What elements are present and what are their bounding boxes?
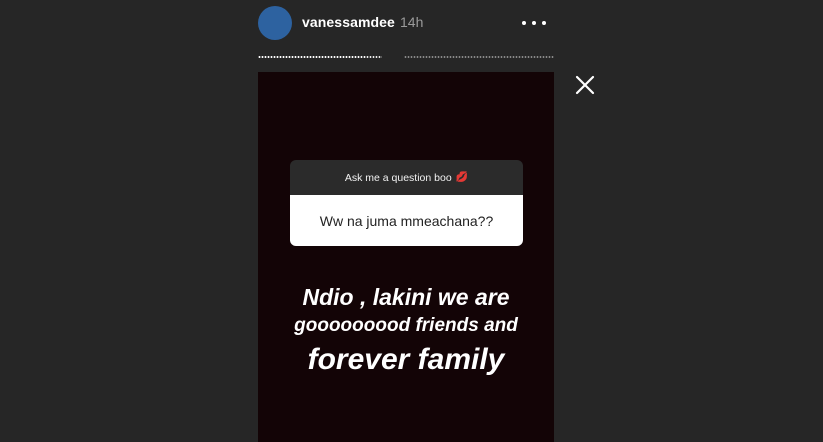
- close-icon[interactable]: [574, 74, 596, 96]
- story-header: vanessamdee 14h: [258, 6, 554, 42]
- progress-fill: [258, 56, 366, 58]
- answer-line-3: forever family: [307, 343, 505, 376]
- progress-segment-2: [404, 56, 554, 58]
- answer-line-1: Ndio , lakini we are: [302, 284, 510, 310]
- avatar[interactable]: [258, 6, 292, 40]
- question-text: Ww na juma mmeachana??: [290, 195, 523, 246]
- lips-emoji: 💋: [455, 172, 469, 183]
- question-prompt: Ask me a question boo 💋: [290, 160, 523, 195]
- progress-segment-1: [258, 56, 382, 58]
- answer-text: Ndio , lakini we are gooooooood friends …: [266, 282, 546, 380]
- question-prompt-text: Ask me a question boo: [344, 171, 452, 184]
- question-sticker: Ask me a question boo 💋 Ww na juma mmeac…: [290, 160, 523, 246]
- answer-line-2: gooooooood friends and: [294, 315, 518, 336]
- more-options-icon[interactable]: [522, 12, 546, 34]
- username[interactable]: vanessamdee: [302, 14, 395, 30]
- story-viewer: vanessamdee 14h Ask me a question boo 💋 …: [0, 0, 823, 442]
- story-media[interactable]: Ask me a question boo 💋 Ww na juma mmeac…: [258, 72, 554, 442]
- timestamp: 14h: [400, 14, 424, 30]
